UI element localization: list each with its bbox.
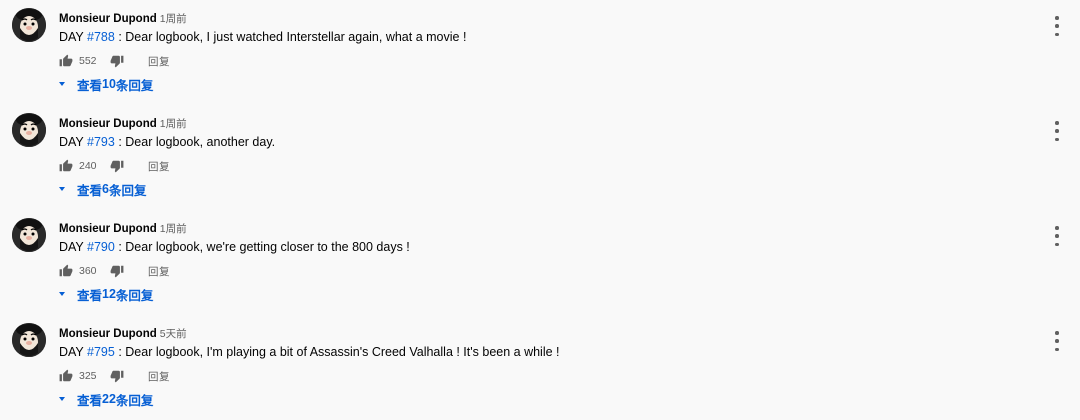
reply-button[interactable]: 回复 — [148, 264, 170, 279]
day-hashtag-link[interactable]: #790 — [87, 240, 115, 254]
like-count: 240 — [79, 160, 97, 172]
comment-thread: Monsieur Dupond 1周前 DAY #788 : Dear logbo… — [0, 0, 1080, 105]
view-replies-button[interactable]: 查看 12 条回复 — [58, 285, 153, 303]
view-replies-prefix: 查看 — [77, 288, 103, 303]
view-replies-button[interactable]: 查看 22 条回复 — [58, 390, 153, 408]
day-hashtag-link[interactable]: #788 — [87, 30, 115, 44]
comment-thread: Monsieur Dupond 1周前 DAY #793 : Dear logbo… — [0, 105, 1080, 210]
more-vert-icon[interactable] — [1051, 121, 1063, 141]
thumb-up-icon[interactable] — [59, 54, 73, 68]
view-replies-suffix: 条回复 — [108, 183, 147, 198]
thumb-down-icon[interactable] — [110, 264, 124, 278]
comment-actions: 325 回复 — [59, 367, 170, 385]
replies-count: 10 — [102, 77, 116, 91]
view-replies-prefix: 查看 — [77, 183, 103, 198]
view-replies-suffix: 条回复 — [115, 288, 154, 303]
caret-down-icon — [59, 82, 65, 86]
author-name[interactable]: Monsieur Dupond — [59, 13, 157, 25]
like-count: 325 — [79, 370, 97, 382]
comment-thread: Monsieur Dupond 1周前 DAY #790 : Dear logbo… — [0, 210, 1080, 315]
like-count: 552 — [79, 55, 97, 67]
view-replies-prefix: 查看 — [77, 78, 103, 93]
thumb-up-icon[interactable] — [59, 369, 73, 383]
view-replies-button[interactable]: 查看 10 条回复 — [58, 75, 153, 93]
view-replies-suffix: 条回复 — [115, 78, 154, 93]
replies-count: 12 — [102, 287, 116, 301]
comment-header: Monsieur Dupond 1周前 — [59, 221, 187, 235]
comment-text-prefix: DAY — [59, 30, 88, 44]
comment-text-body: : Dear logbook, I'm playing a bit of Ass… — [114, 345, 560, 359]
like-count: 360 — [79, 265, 97, 277]
replies-count: 6 — [102, 182, 109, 196]
author-name[interactable]: Monsieur Dupond — [59, 118, 157, 130]
thumb-down-icon[interactable] — [110, 369, 124, 383]
comment-thread: Monsieur Dupond 5天前 DAY #795 : Dear logbo… — [0, 315, 1080, 420]
more-vert-icon[interactable] — [1051, 226, 1063, 246]
comment-text-prefix: DAY — [59, 240, 88, 254]
comment-text: DAY #793 : Dear logbook, another day. — [59, 134, 275, 150]
caret-down-icon — [59, 397, 65, 401]
thumb-up-icon[interactable] — [59, 264, 73, 278]
comment-text-body: : Dear logbook, we're getting closer to … — [114, 240, 410, 254]
caret-down-icon — [59, 292, 65, 296]
avatar[interactable] — [12, 8, 46, 42]
avatar[interactable] — [12, 218, 46, 252]
day-hashtag-link[interactable]: #793 — [87, 135, 115, 149]
comment-text: DAY #795 : Dear logbook, I'm playing a b… — [59, 344, 560, 360]
comment-time[interactable]: 1周前 — [160, 13, 187, 25]
reply-button[interactable]: 回复 — [148, 54, 170, 69]
comment-text-prefix: DAY — [59, 345, 88, 359]
thumb-down-icon[interactable] — [110, 54, 124, 68]
comment-text: DAY #790 : Dear logbook, we're getting c… — [59, 239, 410, 255]
author-name[interactable]: Monsieur Dupond — [59, 223, 157, 235]
comment-header: Monsieur Dupond 5天前 — [59, 326, 187, 340]
comment-header: Monsieur Dupond 1周前 — [59, 11, 187, 25]
comment-text: DAY #788 : Dear logbook, I just watched … — [59, 29, 466, 45]
comment-text-prefix: DAY — [59, 135, 88, 149]
thumb-down-icon[interactable] — [110, 159, 124, 173]
comment-actions: 240 回复 — [59, 157, 170, 175]
comment-time[interactable]: 1周前 — [160, 223, 187, 235]
replies-count: 22 — [102, 392, 116, 406]
comment-header: Monsieur Dupond 1周前 — [59, 116, 187, 130]
avatar[interactable] — [12, 113, 46, 147]
comment-actions: 552 回复 — [59, 52, 170, 70]
view-replies-prefix: 查看 — [77, 393, 103, 408]
reply-button[interactable]: 回复 — [148, 369, 170, 384]
author-name[interactable]: Monsieur Dupond — [59, 328, 157, 340]
more-vert-icon[interactable] — [1051, 331, 1063, 351]
comment-time[interactable]: 1周前 — [160, 118, 187, 130]
comment-text-body: : Dear logbook, another day. — [114, 135, 276, 149]
comment-time[interactable]: 5天前 — [160, 328, 187, 340]
reply-button[interactable]: 回复 — [148, 159, 170, 174]
view-replies-suffix: 条回复 — [115, 393, 154, 408]
thumb-up-icon[interactable] — [59, 159, 73, 173]
comment-text-body: : Dear logbook, I just watched Interstel… — [114, 30, 467, 44]
comment-actions: 360 回复 — [59, 262, 170, 280]
more-vert-icon[interactable] — [1051, 16, 1063, 36]
caret-down-icon — [59, 187, 65, 191]
view-replies-button[interactable]: 查看 6 条回复 — [58, 180, 146, 198]
avatar[interactable] — [12, 323, 46, 357]
day-hashtag-link[interactable]: #795 — [87, 345, 115, 359]
